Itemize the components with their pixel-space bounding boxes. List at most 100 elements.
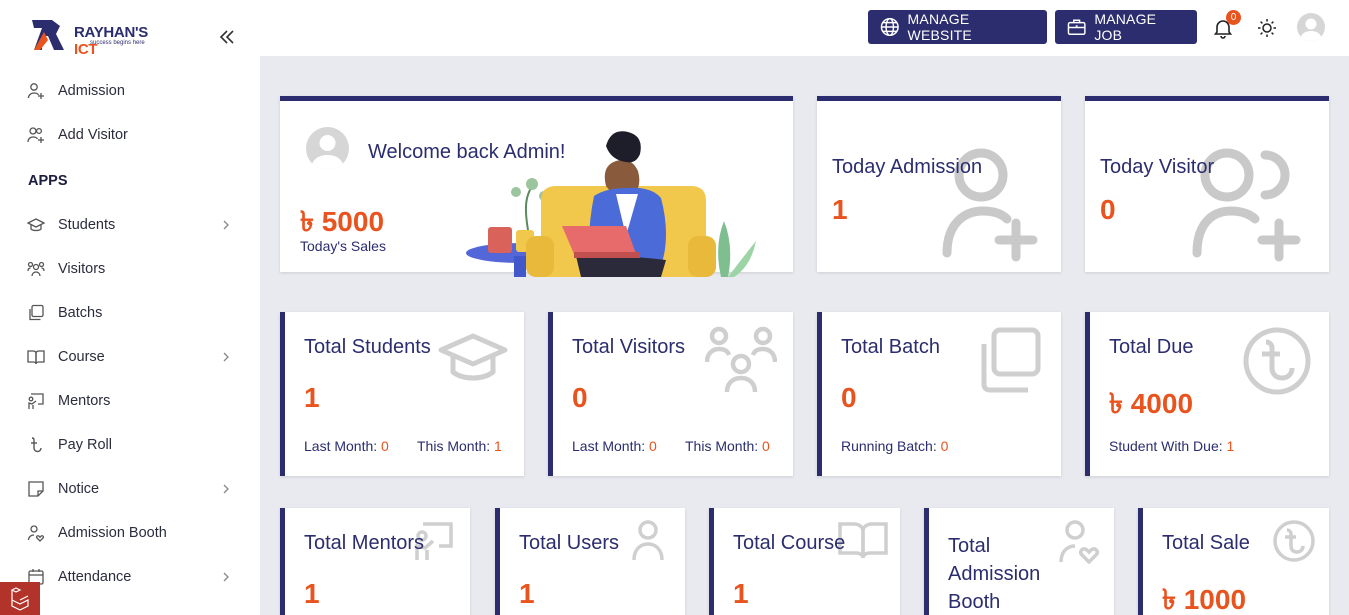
sidebar-item-label: Students	[58, 217, 116, 233]
briefcase-icon	[1067, 19, 1086, 35]
total-mentors-value: 1	[304, 578, 320, 609]
copy-icon	[29, 304, 44, 321]
brand-logo[interactable]: RAYHAN'S ICT success begins here	[30, 18, 165, 58]
total-sale-value: ৳ 1000	[1162, 584, 1247, 615]
sidebar-item-label: Pay Roll	[58, 437, 112, 453]
chalkboard-teacher-icon	[28, 393, 44, 409]
taka-icon	[31, 437, 42, 453]
users-group-icon	[705, 326, 777, 393]
sticky-note-icon	[28, 481, 44, 497]
total-admission-booth-card: Total Admission Booth	[924, 508, 1114, 615]
total-visitors-value: 0	[572, 382, 588, 413]
manage-website-button[interactable]: MANAGE WEBSITE	[868, 10, 1047, 44]
total-due-value: ৳ 4000	[1109, 388, 1194, 419]
sidebar-item-pay-roll[interactable]: Pay Roll	[0, 425, 260, 465]
book-open-icon	[838, 522, 888, 559]
total-sale-card: Total Sale ৳ 1000	[1138, 508, 1329, 615]
today-visitor-title: Today Visitor	[1100, 156, 1215, 178]
admin-illustration	[466, 131, 756, 277]
sidebar-item-visitors[interactable]: Visitors	[0, 249, 260, 289]
debugbar-toggle[interactable]	[0, 582, 40, 615]
sidebar-item-label: Notice	[58, 481, 100, 497]
students-last-month: Last Month: 0	[304, 438, 389, 454]
sidebar-item-label: Mentors	[58, 393, 111, 409]
today-admission-value: 1	[832, 194, 848, 225]
welcome-card: Welcome back Admin! ৳ 5000 Today's Sales	[280, 96, 793, 277]
total-students-value: 1	[304, 382, 320, 413]
total-mentors-card: Total Mentors 1	[280, 508, 470, 615]
users-group-icon	[27, 261, 45, 277]
sidebar-item-label: Add Visitor	[58, 127, 128, 143]
chevron-right-icon	[223, 220, 229, 230]
laravel-icon	[10, 587, 29, 611]
avatar[interactable]	[1297, 13, 1325, 41]
logo-mark-icon	[32, 20, 64, 50]
today-visitor-card: Today Visitor 0	[1085, 96, 1329, 272]
sidebar: RAYHAN'S ICT success begins here Admissi…	[0, 0, 260, 615]
sidebar-item-label: Batchs	[58, 305, 103, 321]
sidebar-item-course[interactable]: Course	[0, 337, 260, 377]
total-students-title: Total Students	[304, 336, 431, 358]
today-admission-card: Today Admission 1	[817, 96, 1061, 272]
sidebar-item-batchs[interactable]: Batchs	[0, 293, 260, 333]
total-batch-value: 0	[841, 382, 857, 413]
chevron-right-icon	[223, 484, 229, 494]
total-course-card: Total Course 1	[709, 508, 900, 615]
admin-avatar	[306, 127, 349, 170]
visitors-last-month: Last Month: 0	[572, 438, 657, 454]
user-avatar-icon	[1300, 18, 1322, 41]
taka-circle-icon	[1273, 520, 1315, 562]
notification-badge: 0	[1226, 10, 1241, 25]
total-course-title: Total Course	[733, 532, 846, 554]
total-mentors-title: Total Mentors	[304, 532, 425, 554]
sidebar-item-label: Visitors	[58, 261, 106, 277]
today-admission-title: Today Admission	[832, 156, 983, 178]
globe-icon	[880, 17, 899, 37]
sidebar-item-label: Admission Booth	[58, 525, 167, 541]
sidebar-item-label: Attendance	[58, 569, 132, 585]
today-visitor-value: 0	[1100, 194, 1116, 225]
sidebar-item-admission[interactable]: Admission	[0, 71, 260, 111]
sidebar-item-students[interactable]: Students	[0, 205, 260, 245]
total-due-card: Total Due ৳ 4000 Student With Due: 1	[1085, 312, 1329, 476]
running-batch: Running Batch: 0	[841, 438, 949, 454]
chevron-right-icon	[223, 572, 229, 582]
sidebar-item-label: Admission	[58, 83, 125, 99]
total-sale-title: Total Sale	[1162, 532, 1250, 554]
collapse-sidebar-icon[interactable]	[216, 26, 238, 48]
student-with-due: Student With Due: 1	[1109, 438, 1235, 454]
visitors-this-month: This Month: 0	[685, 438, 770, 454]
manage-job-label: MANAGE JOB	[1094, 11, 1157, 43]
sidebar-item-notice[interactable]: Notice	[0, 469, 260, 509]
students-this-month: This Month: 1	[417, 438, 502, 454]
total-visitors-title: Total Visitors	[572, 336, 686, 358]
sun-icon[interactable]	[1256, 17, 1278, 39]
sidebar-item-add-visitor[interactable]: Add Visitor	[0, 115, 260, 155]
todays-sales-label: Today's Sales	[300, 238, 386, 254]
total-users-title: Total Users	[519, 532, 620, 554]
taka-circle-icon	[1243, 327, 1311, 395]
chevron-right-icon	[223, 352, 229, 362]
total-visitors-card: Total Visitors 0 Last Month: 0 This Mont…	[548, 312, 793, 476]
total-due-title: Total Due	[1109, 336, 1194, 358]
user-avatar-icon	[311, 135, 344, 170]
graduation-cap-icon	[27, 218, 45, 232]
total-batch-card: Total Batch 0 Running Batch: 0	[817, 312, 1061, 476]
user-heart-icon	[1059, 520, 1099, 564]
users-plus-icon	[27, 127, 44, 143]
total-users-card: Total Users 1	[495, 508, 685, 615]
total-users-value: 1	[519, 578, 535, 609]
total-batch-title: Total Batch	[841, 336, 940, 358]
manage-job-button[interactable]: MANAGE JOB	[1055, 10, 1197, 44]
sidebar-item-mentors[interactable]: Mentors	[0, 381, 260, 421]
user-heart-icon	[27, 525, 45, 542]
sidebar-section-apps: APPS	[28, 173, 68, 189]
sidebar-item-label: Course	[58, 349, 105, 365]
user-icon	[632, 520, 664, 561]
user-plus-icon	[27, 83, 44, 99]
manage-website-label: MANAGE WEBSITE	[907, 11, 972, 43]
sidebar-item-admission-booth[interactable]: Admission Booth	[0, 513, 260, 553]
total-admission-booth-title: Total Admission Booth	[948, 535, 1041, 613]
brand-tagline: success begins here	[90, 40, 145, 46]
total-students-card: Total Students 1 Last Month: 0 This Mont…	[280, 312, 524, 476]
